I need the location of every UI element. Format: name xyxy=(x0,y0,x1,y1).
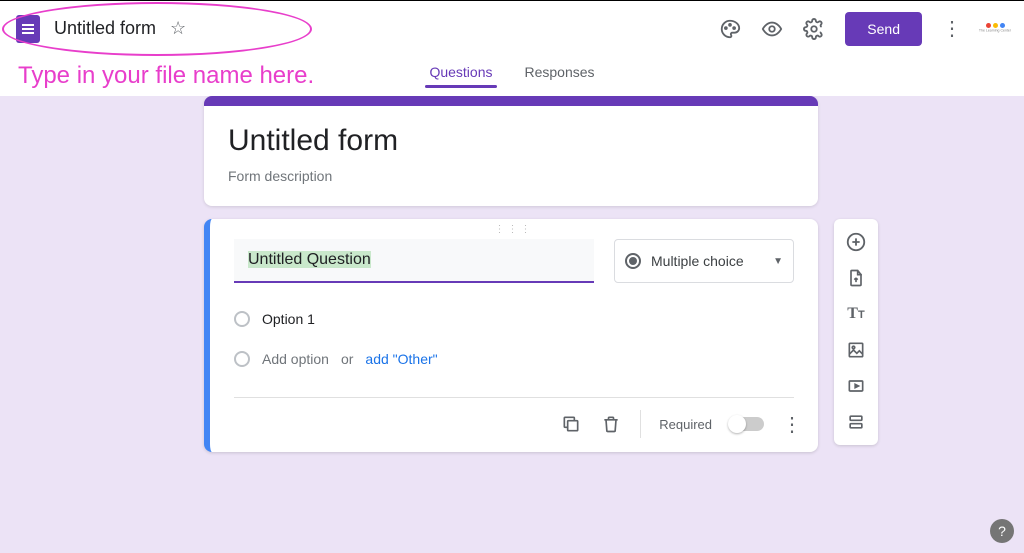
more-menu-icon[interactable]: ⋮ xyxy=(942,16,962,41)
question-more-icon[interactable]: ⋮ xyxy=(782,412,802,437)
drag-handle-icon[interactable]: ⋮⋮⋮ xyxy=(210,219,818,239)
question-title-input[interactable]: Untitled Question xyxy=(234,239,594,283)
chevron-down-icon: ▼ xyxy=(773,256,783,267)
required-label: Required xyxy=(659,417,712,432)
duplicate-icon[interactable] xyxy=(560,413,582,435)
tabs-bar: Questions Responses xyxy=(0,56,1024,96)
floating-toolbar: TT xyxy=(834,219,878,445)
header-actions: Send ⋮ The Learning Center xyxy=(719,12,1008,46)
options-list: Option 1 Add option or add "Other" xyxy=(210,291,818,379)
document-title[interactable]: Untitled form xyxy=(54,18,156,39)
add-option-label[interactable]: Add option xyxy=(262,351,329,367)
radio-icon xyxy=(625,253,641,269)
question-card[interactable]: ⋮⋮⋮ Untitled Question Multiple choice ▼ … xyxy=(204,219,818,452)
form-title-input[interactable]: Untitled form xyxy=(228,124,794,158)
add-title-icon[interactable]: TT xyxy=(838,297,874,331)
required-toggle[interactable] xyxy=(730,417,764,431)
question-footer: Required ⋮ xyxy=(210,398,818,452)
or-label: or xyxy=(341,351,353,367)
palette-icon[interactable] xyxy=(719,18,741,40)
add-other-link[interactable]: add "Other" xyxy=(365,351,437,367)
star-icon[interactable]: ☆ xyxy=(170,18,186,39)
help-icon[interactable]: ? xyxy=(990,519,1014,543)
option-row[interactable]: Option 1 xyxy=(234,299,794,339)
radio-outline-icon xyxy=(234,351,250,367)
forms-app-icon[interactable] xyxy=(16,15,40,43)
import-questions-icon[interactable] xyxy=(838,261,874,295)
add-question-icon[interactable] xyxy=(838,225,874,259)
tab-responses[interactable]: Responses xyxy=(523,56,597,90)
radio-outline-icon xyxy=(234,311,250,327)
tab-questions[interactable]: Questions xyxy=(427,56,494,90)
option-label[interactable]: Option 1 xyxy=(262,311,315,327)
form-canvas: Untitled form Form description ⋮⋮⋮ Untit… xyxy=(0,96,1024,553)
app-header: Untitled form ☆ Send ⋮ The Learning Cent… xyxy=(0,0,1024,56)
send-button[interactable]: Send xyxy=(845,12,922,46)
add-image-icon[interactable] xyxy=(838,333,874,367)
add-section-icon[interactable] xyxy=(838,405,874,439)
question-type-label: Multiple choice xyxy=(651,253,763,269)
question-type-select[interactable]: Multiple choice ▼ xyxy=(614,239,794,283)
trash-icon[interactable] xyxy=(600,413,622,435)
account-logo[interactable]: The Learning Center xyxy=(982,16,1008,42)
add-option-row[interactable]: Add option or add "Other" xyxy=(234,339,794,379)
divider xyxy=(640,410,641,438)
gear-icon[interactable] xyxy=(803,18,825,40)
add-video-icon[interactable] xyxy=(838,369,874,403)
form-description-input[interactable]: Form description xyxy=(228,168,794,184)
form-title-card[interactable]: Untitled form Form description xyxy=(204,96,818,206)
preview-eye-icon[interactable] xyxy=(761,18,783,40)
